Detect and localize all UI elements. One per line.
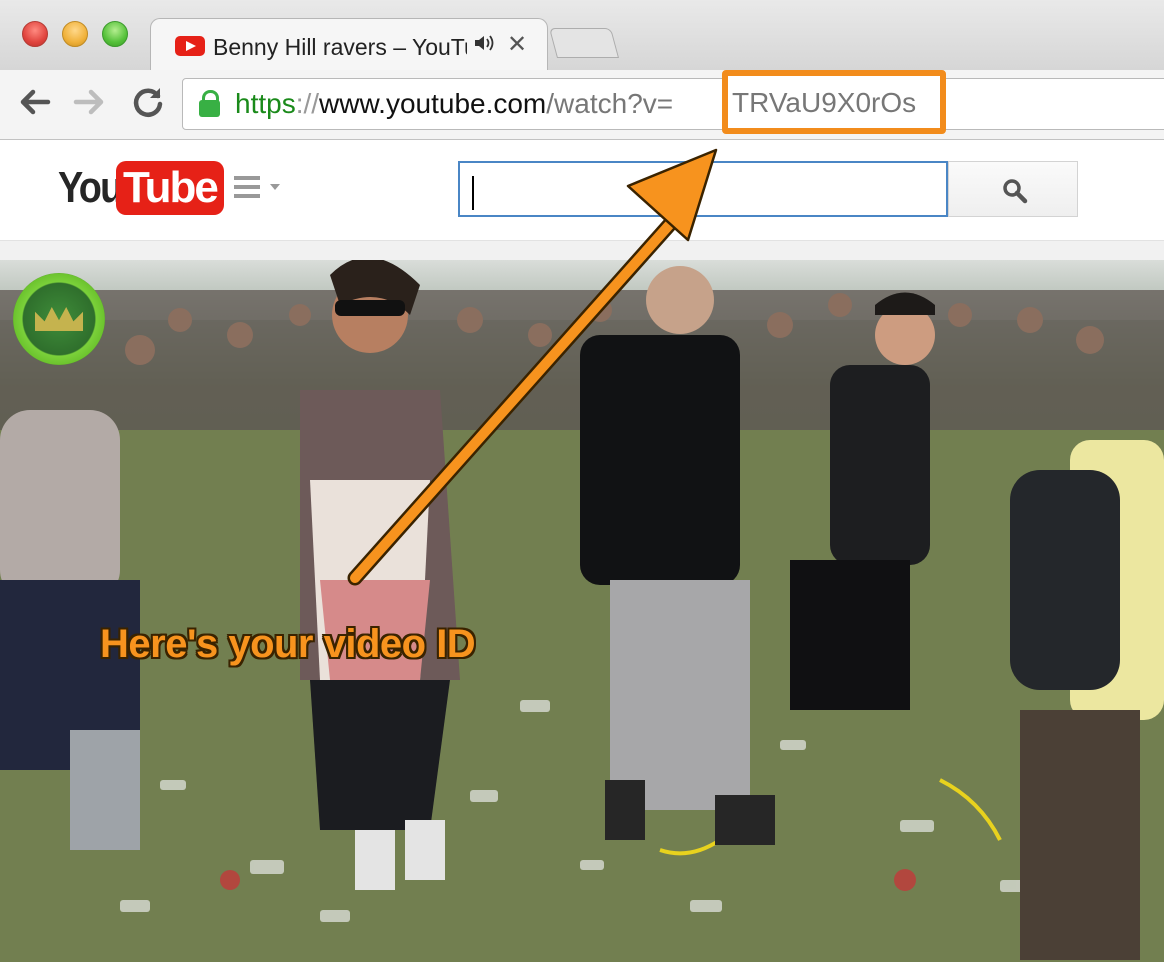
tab-close-icon[interactable]: ✕ [507, 30, 527, 60]
url-scheme: https [235, 88, 296, 119]
search-input[interactable] [458, 161, 948, 217]
speaker-icon[interactable] [473, 32, 495, 62]
browser-tab[interactable]: Benny Hill ravers – YouTube ✕ [150, 18, 548, 70]
youtube-favicon-icon [175, 36, 205, 56]
logo-tube: Tube [116, 161, 224, 215]
lock-icon [199, 90, 220, 117]
window-maximize-button[interactable] [102, 21, 128, 47]
search-icon [1003, 179, 1028, 204]
address-bar[interactable]: https://www.youtube.com/watch?v= [182, 78, 1164, 130]
url-text: https://www.youtube.com/watch?v= [235, 79, 673, 129]
youtube-header: You Tube [0, 140, 1164, 240]
window-close-button[interactable] [22, 21, 48, 47]
hamburger-menu-icon[interactable] [234, 176, 280, 203]
url-path: /watch?v= [546, 88, 674, 119]
tab-strip: Benny Hill ravers – YouTube ✕ [0, 0, 1164, 70]
annotation-callout: Here's your video ID [100, 622, 476, 666]
window-minimize-button[interactable] [62, 21, 88, 47]
tab-title: Benny Hill ravers – YouTube [213, 34, 467, 60]
reload-icon[interactable] [130, 84, 166, 129]
url-separator: :// [295, 88, 320, 119]
logo-you: You [58, 163, 123, 212]
new-tab-button[interactable] [548, 28, 620, 58]
browser-toolbar: https://www.youtube.com/watch?v= [0, 70, 1164, 140]
url-video-id: TRVaU9X0rOs [732, 87, 917, 118]
search-button[interactable] [948, 161, 1078, 217]
chevron-down-icon [270, 184, 280, 190]
back-arrow-icon[interactable] [16, 84, 52, 129]
text-cursor [472, 176, 474, 210]
video-frame [0, 260, 1164, 962]
youtube-logo[interactable]: You Tube [58, 158, 224, 218]
channel-watermark-icon[interactable] [13, 273, 105, 365]
url-host: www.youtube.com [319, 88, 547, 119]
video-player[interactable] [0, 260, 1164, 962]
forward-arrow-icon[interactable] [72, 84, 108, 129]
header-divider [0, 240, 1164, 260]
